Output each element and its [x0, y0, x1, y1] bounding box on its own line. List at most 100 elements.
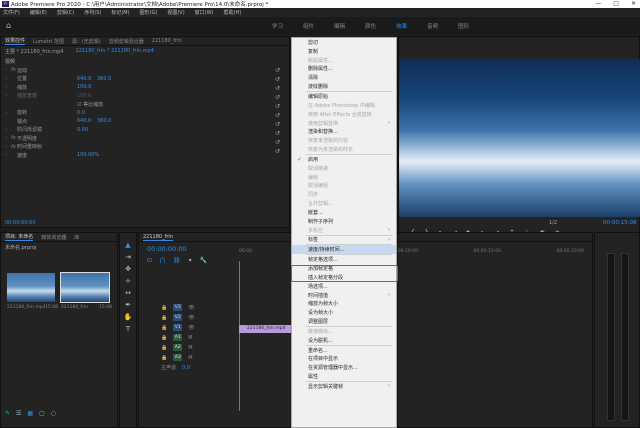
- track-header-a3[interactable]: 🔒 A3 M: [161, 353, 195, 362]
- track-header-v1[interactable]: 🔒 V1 👁: [161, 323, 195, 332]
- mute-icon[interactable]: M: [188, 335, 192, 341]
- context-menu-item[interactable]: ✓ 启用: [292, 155, 396, 164]
- master-volume-value[interactable]: 0.0: [182, 365, 190, 371]
- reset-icon[interactable]: ↺: [275, 76, 280, 83]
- tab-project[interactable]: 项目: 未命名: [5, 233, 34, 241]
- freeform-view-icon[interactable]: ▢: [39, 410, 45, 417]
- tab-effect-controls[interactable]: 效果控件: [5, 37, 26, 45]
- pencil-icon[interactable]: ✎: [5, 410, 10, 417]
- workspace-tab-audio[interactable]: 音频: [427, 22, 438, 30]
- lock-icon[interactable]: 🔒: [161, 345, 167, 351]
- reset-icon[interactable]: ↺: [275, 94, 280, 101]
- menu-edit[interactable]: 编辑(E): [30, 9, 47, 16]
- track-header-v3[interactable]: 🔒 V3 👁: [161, 303, 195, 312]
- workspace-tab-learn[interactable]: 学习: [272, 22, 283, 30]
- hand-icon[interactable]: ✋: [124, 313, 133, 322]
- context-menu-item[interactable]: 编辑原始: [292, 92, 396, 101]
- timeline-timecode[interactable]: 00:00:00:00: [147, 245, 187, 253]
- anchor-y-value[interactable]: 360.0: [97, 118, 111, 124]
- reset-icon[interactable]: ↺: [275, 67, 280, 74]
- maximize-button[interactable]: □: [613, 0, 619, 7]
- prop-row-time-remap[interactable]: › fx 时间重映射: [5, 143, 289, 152]
- prop-row-anti-flicker[interactable]: › 防闪烁滤镜 0.00: [5, 126, 289, 135]
- speed-value[interactable]: 100.00%: [77, 152, 117, 158]
- lock-icon[interactable]: 🔒: [161, 325, 167, 331]
- project-thumbnail-sequence[interactable]: [60, 272, 110, 303]
- workspace-tab-color[interactable]: 颜色: [365, 22, 376, 30]
- playhead[interactable]: [239, 261, 243, 411]
- selection-tool-icon[interactable]: ▲: [124, 241, 133, 250]
- prop-row-speed[interactable]: › 速度 100.00%: [5, 151, 289, 160]
- tab-lumetri-scopes[interactable]: Lumetri 范围: [33, 38, 64, 45]
- menu-sequence[interactable]: 序列(S): [84, 9, 101, 16]
- prop-row-motion[interactable]: › fx 运动: [5, 66, 289, 75]
- scale-value[interactable]: 100.0: [77, 84, 97, 90]
- menu-help[interactable]: 帮助(H): [224, 9, 242, 16]
- tab-media-browser[interactable]: 媒体浏览器: [41, 234, 66, 241]
- context-menu-item[interactable]: 显示剪辑关键帧 ›: [292, 382, 396, 391]
- prop-row-opacity[interactable]: › fx 不透明度: [5, 134, 289, 143]
- home-icon[interactable]: ⌂: [6, 21, 11, 30]
- slip-icon[interactable]: ↔: [124, 289, 133, 298]
- prop-row-position[interactable]: › 位置 640.0 360.0: [5, 75, 289, 84]
- context-menu-item[interactable]: 缩放为帧大小: [292, 299, 396, 308]
- rotation-value[interactable]: 0.0: [77, 110, 97, 116]
- context-menu-item[interactable]: 帧定格选项...: [292, 255, 396, 264]
- list-view-icon[interactable]: ☰: [16, 410, 21, 417]
- context-menu-item[interactable]: 设为帧大小: [292, 308, 396, 317]
- reset-icon[interactable]: ↺: [275, 139, 280, 146]
- context-menu-item[interactable]: 在项目中显示: [292, 355, 396, 364]
- scale-width-value[interactable]: 100.0: [77, 93, 97, 99]
- context-menu-item[interactable]: 场选项...: [292, 282, 396, 291]
- context-menu-item[interactable]: 剪切: [292, 38, 396, 47]
- zoom-slider-icon[interactable]: ○: [51, 410, 56, 417]
- lock-icon[interactable]: 🔒: [161, 355, 167, 361]
- prop-row-rotation[interactable]: › 旋转 0.0: [5, 109, 289, 118]
- context-menu-item[interactable]: 在资源管理器中显示...: [292, 363, 396, 372]
- menu-window[interactable]: 窗口(W): [195, 9, 214, 16]
- tab-library[interactable]: 库: [74, 234, 79, 241]
- timeline-clip-v1[interactable]: 221180_frin.mp4: [239, 325, 292, 333]
- eye-icon[interactable]: 👁: [188, 315, 194, 321]
- tab-sequence[interactable]: 221180_frin: [152, 38, 182, 44]
- effect-timecode[interactable]: 00:00:00:00: [5, 220, 36, 226]
- context-menu-item[interactable]: 标签 ›: [292, 236, 396, 245]
- workspace-tab-assembly[interactable]: 组件: [303, 22, 314, 30]
- context-menu-item[interactable]: 复制: [292, 47, 396, 56]
- track-header-v2[interactable]: 🔒 V2 👁: [161, 313, 195, 322]
- minimize-button[interactable]: —: [595, 0, 601, 7]
- monitor-resolution[interactable]: 1/2: [549, 220, 557, 226]
- context-menu-item[interactable]: 属性: [292, 372, 396, 381]
- icon-view-icon[interactable]: ▦: [27, 410, 33, 417]
- type-icon[interactable]: T: [124, 325, 133, 334]
- workspace-tab-graphics[interactable]: 图形: [458, 22, 469, 30]
- reset-icon[interactable]: ↺: [275, 112, 280, 119]
- prop-row-uniform-scale[interactable]: ☑ 等比缩放: [5, 100, 289, 109]
- menu-graphics[interactable]: 图形(G): [140, 9, 158, 16]
- uniform-scale-checkbox[interactable]: ☑ 等比缩放: [77, 101, 103, 108]
- context-menu-item[interactable]: 渲染和替换...: [292, 127, 396, 136]
- workspace-tab-effects[interactable]: 效果: [396, 22, 407, 30]
- context-menu-item[interactable]: 调整图层: [292, 317, 396, 326]
- lock-icon[interactable]: 🔒: [161, 335, 167, 341]
- context-menu-item[interactable]: 嵌套...: [292, 208, 396, 217]
- tab-timeline-sequence[interactable]: 221180_frin: [143, 234, 173, 241]
- track-select-icon[interactable]: ⇥: [124, 253, 133, 262]
- context-menu-item[interactable]: 删除属性...: [292, 65, 396, 74]
- reset-icon[interactable]: ↺: [275, 103, 280, 110]
- pen-icon[interactable]: ✒: [124, 301, 133, 310]
- mute-icon[interactable]: M: [188, 355, 192, 361]
- razor-icon[interactable]: ⟡: [124, 277, 133, 286]
- menu-file[interactable]: 文件(F): [3, 9, 20, 16]
- anchor-x-value[interactable]: 640.0: [77, 118, 97, 124]
- prop-row-scale[interactable]: › 缩放 100.0: [5, 83, 289, 92]
- close-button[interactable]: ✕: [631, 0, 636, 7]
- ripple-edit-icon[interactable]: ✥: [124, 265, 133, 274]
- reset-icon[interactable]: ↺: [275, 148, 280, 155]
- menu-clip[interactable]: 剪辑(C): [57, 9, 74, 16]
- context-menu-item[interactable]: 速度/持续时间...: [292, 245, 396, 255]
- workspace-tab-editing[interactable]: 编辑: [334, 22, 345, 30]
- reset-icon[interactable]: ↺: [275, 130, 280, 137]
- context-menu-item[interactable]: 时间插值 ›: [292, 291, 396, 300]
- position-y-value[interactable]: 360.0: [97, 76, 111, 82]
